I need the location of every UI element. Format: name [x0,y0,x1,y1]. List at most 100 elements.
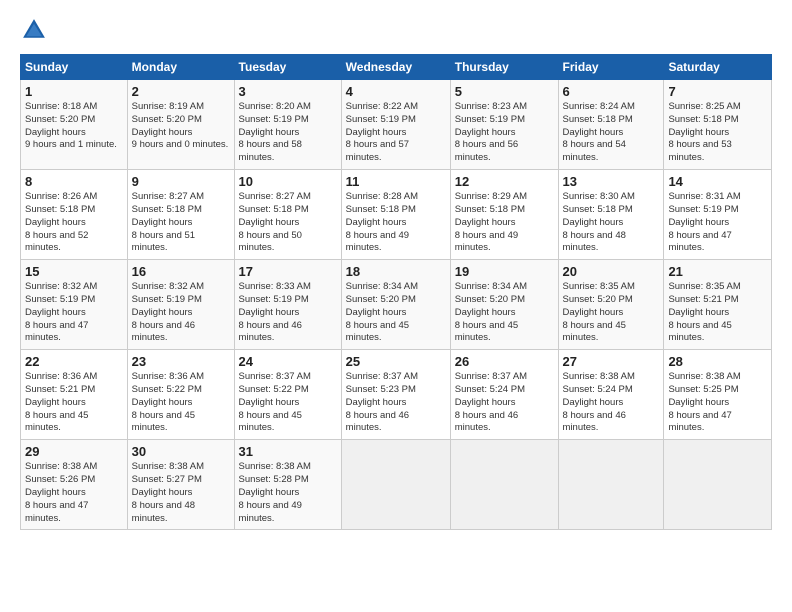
day-number: 2 [132,84,230,99]
calendar-cell: 18Sunrise: 8:34 AMSunset: 5:20 PMDayligh… [341,260,450,350]
weekday-sunday: Sunday [21,55,128,80]
calendar-cell: 10 Sunrise: 8:27 AMSunset: 5:18 PMDayligh… [234,170,341,260]
calendar-cell: 7 Sunrise: 8:25 AMSunset: 5:18 PMDaylight… [664,80,772,170]
day-info: Sunrise: 8:36 AMSunset: 5:22 PMDaylight … [132,371,230,435]
calendar-cell [558,440,664,530]
day-info: Sunrise: 8:27 AMSunset: 5:18 PMDaylight … [239,191,337,255]
day-number: 19 [455,264,554,279]
calendar-cell: 9 Sunrise: 8:27 AMSunset: 5:18 PMDaylight… [127,170,234,260]
day-number: 24 [239,354,337,369]
calendar-cell: 14Sunrise: 8:31 AMSunset: 5:19 PMDayligh… [664,170,772,260]
week-row-4: 22 Sunrise: 8:36 AMSunset: 5:21 PMDayligh… [21,350,772,440]
calendar-cell: 1Sunrise: 8:18 AMSunset: 5:20 PMDaylight… [21,80,128,170]
calendar-cell: 21 Sunrise: 8:35 AMSunset: 5:21 PMDayligh… [664,260,772,350]
day-info: Sunrise: 8:38 AMSunset: 5:27 PMDaylight … [132,461,230,525]
day-number: 21 [668,264,767,279]
calendar-cell: 3 Sunrise: 8:20 AMSunset: 5:19 PMDaylight… [234,80,341,170]
day-number: 31 [239,444,337,459]
weekday-friday: Friday [558,55,664,80]
day-number: 3 [239,84,337,99]
day-info: Sunrise: 8:28 AMSunset: 5:18 PMDaylight … [346,191,446,255]
calendar-cell: 19 Sunrise: 8:34 AMSunset: 5:20 PMDayligh… [450,260,558,350]
day-info: Sunrise: 8:38 AMSunset: 5:25 PMDaylight … [668,371,767,435]
calendar-cell: 25 Sunrise: 8:37 AMSunset: 5:23 PMDayligh… [341,350,450,440]
weekday-thursday: Thursday [450,55,558,80]
logo-icon [20,16,48,44]
day-info: Sunrise: 8:30 AMSunset: 5:18 PMDaylight … [563,191,660,255]
calendar-cell: 16 Sunrise: 8:32 AMSunset: 5:19 PMDayligh… [127,260,234,350]
calendar-cell: 20 Sunrise: 8:35 AMSunset: 5:20 PMDayligh… [558,260,664,350]
day-info: Sunrise: 8:37 AMSunset: 5:22 PMDaylight … [239,371,337,435]
day-info: Sunrise: 8:31 AMSunset: 5:19 PMDaylight … [668,191,767,255]
day-info: Sunrise: 8:37 AMSunset: 5:23 PMDaylight … [346,371,446,435]
week-row-1: 1Sunrise: 8:18 AMSunset: 5:20 PMDaylight… [21,80,772,170]
header [20,16,772,44]
week-row-3: 15 Sunrise: 8:32 AMSunset: 5:19 PMDayligh… [21,260,772,350]
day-number: 13 [563,174,660,189]
calendar-cell: 4 Sunrise: 8:22 AMSunset: 5:19 PMDaylight… [341,80,450,170]
calendar-cell [341,440,450,530]
weekday-header-row: SundayMondayTuesdayWednesdayThursdayFrid… [21,55,772,80]
day-number: 9 [132,174,230,189]
calendar-cell: 31 Sunrise: 8:38 AMSunset: 5:28 PMDayligh… [234,440,341,530]
day-number: 10 [239,174,337,189]
weekday-tuesday: Tuesday [234,55,341,80]
day-number: 7 [668,84,767,99]
day-number: 27 [563,354,660,369]
day-number: 25 [346,354,446,369]
day-info: Sunrise: 8:29 AMSunset: 5:18 PMDaylight … [455,191,554,255]
day-info: Sunrise: 8:35 AMSunset: 5:20 PMDaylight … [563,281,660,345]
calendar-cell: 15Sunrise: 8:32 AMSunset: 5:19 PMDayligh… [21,260,128,350]
calendar-cell: 8Sunrise: 8:26 AMSunset: 5:18 PMDaylight… [21,170,128,260]
day-number: 30 [132,444,230,459]
calendar-cell: 26 Sunrise: 8:37 AMSunset: 5:24 PMDayligh… [450,350,558,440]
calendar-cell: 29Sunrise: 8:38 AMSunset: 5:26 PMDayligh… [21,440,128,530]
calendar-cell: 5 Sunrise: 8:23 AMSunset: 5:19 PMDaylight… [450,80,558,170]
day-number: 16 [132,264,230,279]
day-number: 28 [668,354,767,369]
day-info: Sunrise: 8:23 AMSunset: 5:19 PMDaylight … [455,101,554,165]
day-number: 5 [455,84,554,99]
weekday-wednesday: Wednesday [341,55,450,80]
calendar-cell: 2Sunrise: 8:19 AMSunset: 5:20 PMDaylight… [127,80,234,170]
day-info: Sunrise: 8:36 AMSunset: 5:21 PMDaylight … [25,371,123,435]
calendar-cell: 27 Sunrise: 8:38 AMSunset: 5:24 PMDayligh… [558,350,664,440]
day-number: 20 [563,264,660,279]
calendar-cell: 17Sunrise: 8:33 AMSunset: 5:19 PMDayligh… [234,260,341,350]
calendar-cell: 28 Sunrise: 8:38 AMSunset: 5:25 PMDayligh… [664,350,772,440]
day-number: 17 [239,264,337,279]
day-info: Sunrise: 8:22 AMSunset: 5:19 PMDaylight … [346,101,446,165]
day-number: 29 [25,444,123,459]
calendar-cell: 11Sunrise: 8:28 AMSunset: 5:18 PMDayligh… [341,170,450,260]
day-info: Sunrise: 8:37 AMSunset: 5:24 PMDaylight … [455,371,554,435]
day-number: 15 [25,264,123,279]
day-number: 4 [346,84,446,99]
day-number: 22 [25,354,123,369]
logo [20,16,52,44]
day-info: Sunrise: 8:24 AMSunset: 5:18 PMDaylight … [563,101,660,165]
day-info: Sunrise: 8:25 AMSunset: 5:18 PMDaylight … [668,101,767,165]
day-number: 18 [346,264,446,279]
calendar-cell: 12Sunrise: 8:29 AMSunset: 5:18 PMDayligh… [450,170,558,260]
week-row-2: 8Sunrise: 8:26 AMSunset: 5:18 PMDaylight… [21,170,772,260]
day-info: Sunrise: 8:34 AMSunset: 5:20 PMDaylight … [455,281,554,345]
calendar-cell: 6 Sunrise: 8:24 AMSunset: 5:18 PMDaylight… [558,80,664,170]
weekday-saturday: Saturday [664,55,772,80]
day-number: 6 [563,84,660,99]
day-number: 26 [455,354,554,369]
day-info: Sunrise: 8:27 AMSunset: 5:18 PMDaylight … [132,191,230,255]
calendar-cell: 23Sunrise: 8:36 AMSunset: 5:22 PMDayligh… [127,350,234,440]
day-info: Sunrise: 8:38 AMSunset: 5:28 PMDaylight … [239,461,337,525]
day-info: Sunrise: 8:32 AMSunset: 5:19 PMDaylight … [132,281,230,345]
calendar-table: SundayMondayTuesdayWednesdayThursdayFrid… [20,54,772,530]
calendar-cell: 22 Sunrise: 8:36 AMSunset: 5:21 PMDayligh… [21,350,128,440]
day-info: Sunrise: 8:18 AMSunset: 5:20 PMDaylight … [25,101,123,152]
calendar-cell [664,440,772,530]
calendar-cell: 24 Sunrise: 8:37 AMSunset: 5:22 PMDayligh… [234,350,341,440]
day-info: Sunrise: 8:38 AMSunset: 5:24 PMDaylight … [563,371,660,435]
weekday-monday: Monday [127,55,234,80]
day-info: Sunrise: 8:20 AMSunset: 5:19 PMDaylight … [239,101,337,165]
day-number: 8 [25,174,123,189]
calendar-cell: 13 Sunrise: 8:30 AMSunset: 5:18 PMDayligh… [558,170,664,260]
day-info: Sunrise: 8:35 AMSunset: 5:21 PMDaylight … [668,281,767,345]
